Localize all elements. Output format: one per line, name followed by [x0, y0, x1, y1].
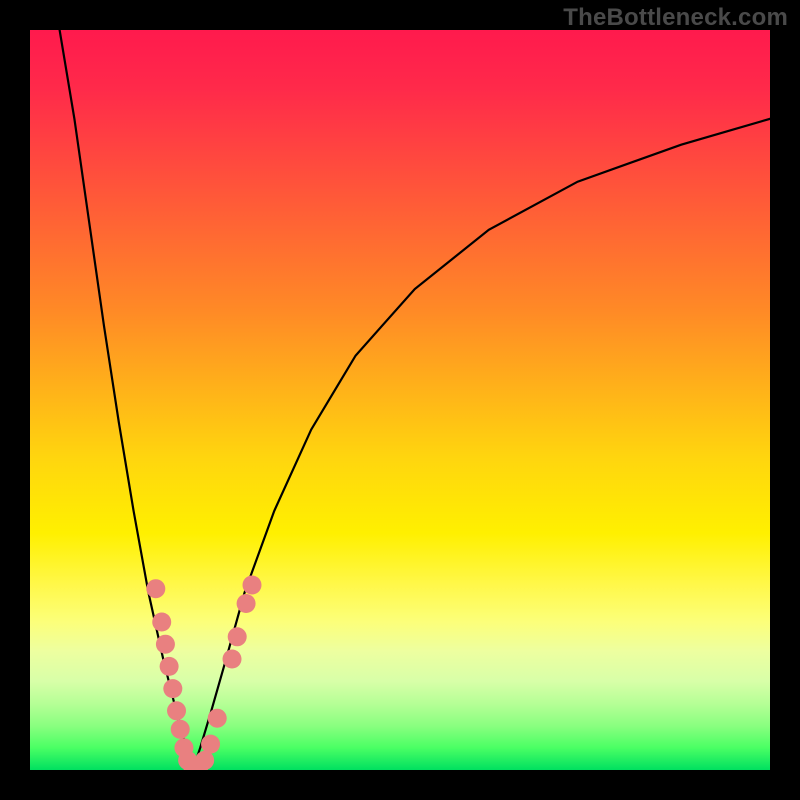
vertex-markers: [146, 576, 261, 771]
outer-frame: TheBottleneck.com: [0, 0, 800, 800]
chart-svg: [30, 30, 770, 770]
vertex-marker: [195, 751, 214, 770]
vertex-marker: [156, 635, 175, 654]
watermark-text: TheBottleneck.com: [563, 4, 788, 32]
vertex-marker: [163, 679, 182, 698]
vertex-marker: [201, 735, 220, 754]
vertex-marker: [167, 701, 186, 720]
plot-area: [30, 30, 770, 770]
vertex-marker: [146, 579, 165, 598]
vertex-marker: [237, 594, 256, 613]
vertex-marker: [171, 720, 190, 739]
vertex-marker: [152, 613, 171, 632]
vertex-marker: [243, 576, 262, 595]
vertex-marker: [160, 657, 179, 676]
vertex-marker: [208, 709, 227, 728]
curve-right-branch: [193, 119, 770, 770]
vertex-marker: [223, 650, 242, 669]
vertex-marker: [228, 627, 247, 646]
